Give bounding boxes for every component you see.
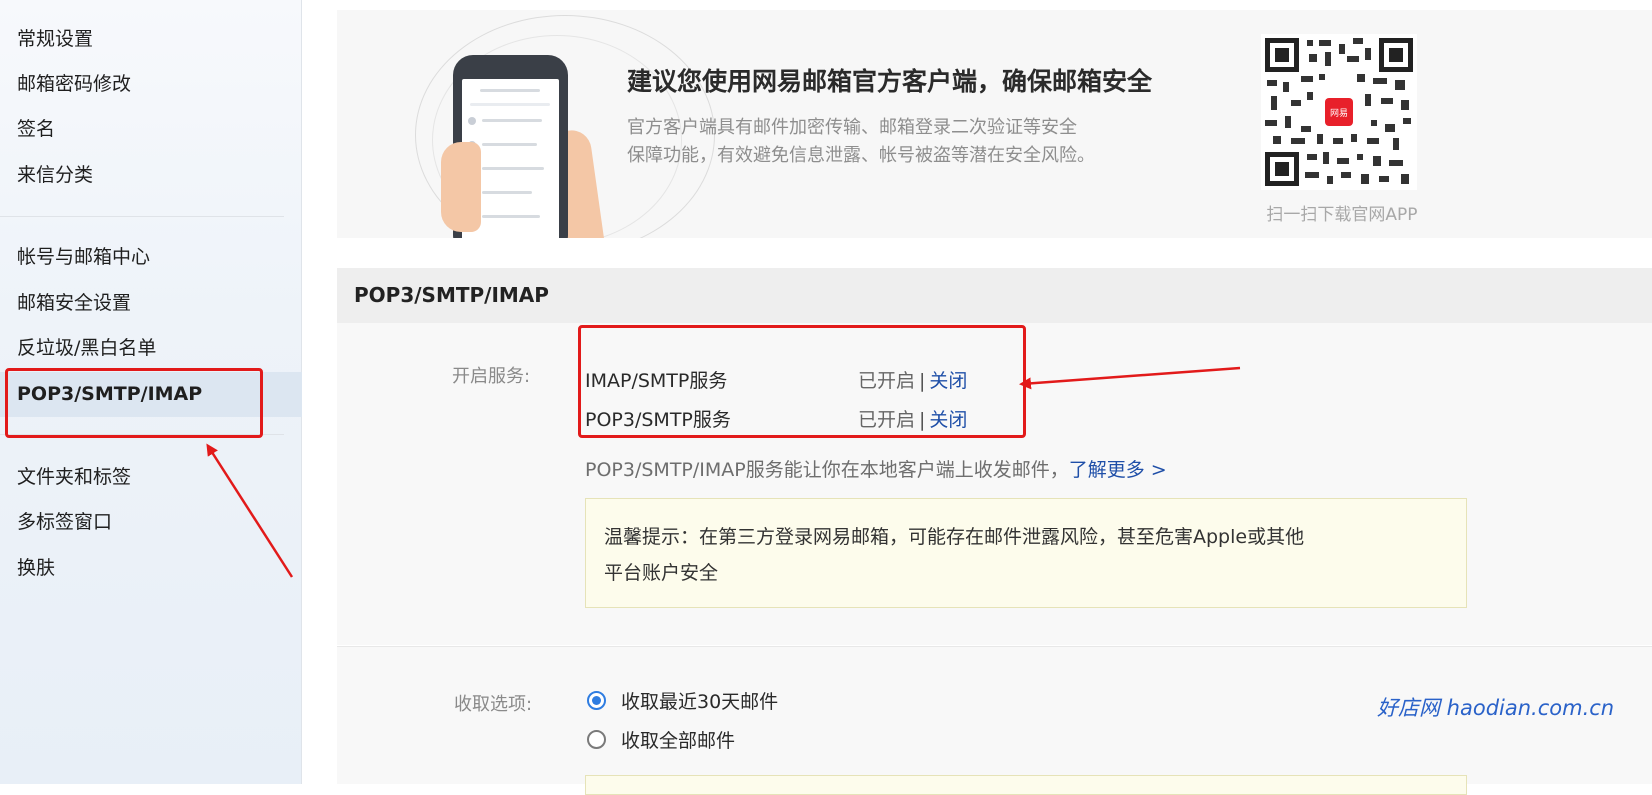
- service-description: POP3/SMTP/IMAP服务能让你在本地客户端上收发邮件，了解更多 >: [585, 455, 1167, 482]
- banner-title: 建议您使用网易邮箱官方客户端，确保邮箱安全: [627, 67, 1153, 96]
- fetch-option-label: 收取全部邮件: [621, 729, 736, 752]
- settings-main: 建议您使用网易邮箱官方客户端，确保邮箱安全 官方客户端具有邮件加密传输、邮箱登录…: [337, 0, 1652, 795]
- banner-description: 官方客户端具有邮件加密传输、邮箱登录二次验证等安全 保障功能，有效避免信息泄露、…: [627, 114, 1147, 170]
- sidebar-item-password[interactable]: 邮箱密码修改: [0, 62, 302, 107]
- imap-smtp-service-name: IMAP/SMTP服务: [585, 370, 728, 392]
- service-description-text: POP3/SMTP/IMAP服务能让你在本地客户端上收发邮件，: [585, 459, 1069, 481]
- sidebar-item-folders-tags[interactable]: 文件夹和标签: [0, 455, 302, 500]
- radio-checked-icon[interactable]: [587, 690, 606, 710]
- watermark-text: 好店网 haodian.com.cn: [1377, 696, 1615, 720]
- sidebar-item-account-center[interactable]: 帐号与邮箱中心: [0, 235, 302, 280]
- status-text: 已开启: [858, 370, 916, 392]
- sidebar-item-spam-list[interactable]: 反垃圾/黑白名单: [0, 326, 302, 371]
- sidebar-item-general[interactable]: 常规设置: [0, 17, 302, 62]
- radio-unchecked-icon[interactable]: [587, 729, 606, 749]
- sidebar-divider: [0, 434, 284, 435]
- pop3-smtp-close-link[interactable]: 关闭: [929, 409, 967, 431]
- fetch-option-all-mail[interactable]: 收取全部邮件: [587, 725, 735, 753]
- imap-smtp-service-status: 已开启 | 关闭: [858, 366, 967, 393]
- service-field-label: 开启服务:: [452, 366, 531, 387]
- banner-desc-line: 官方客户端具有邮件加密传输、邮箱登录二次验证等安全: [627, 117, 1077, 138]
- fetch-field-label: 收取选项:: [454, 694, 533, 715]
- sidebar-divider: [0, 216, 284, 217]
- sidebar-item-skin[interactable]: 换肤: [0, 546, 302, 591]
- qr-caption: 扫一扫下载官网APP: [1266, 205, 1418, 225]
- tip-line: 平台账户安全: [604, 562, 719, 584]
- sidebar-item-mail-rules[interactable]: 来信分类: [0, 153, 302, 198]
- hand-illustration: [441, 142, 481, 232]
- status-text: 已开启: [858, 409, 916, 431]
- fetch-tip-box: [585, 775, 1467, 795]
- banner-desc-line: 保障功能，有效避免信息泄露、帐号被盗等潜在安全风险。: [627, 145, 1095, 166]
- sidebar-item-security[interactable]: 邮箱安全设置: [0, 281, 302, 326]
- section-title: POP3/SMTP/IMAP: [337, 268, 1652, 323]
- fetch-option-label: 收取最近30天邮件: [621, 690, 779, 713]
- qr-badge-text: 网易: [1330, 108, 1348, 119]
- settings-sidebar: 常规设置 邮箱密码修改 签名 来信分类 帐号与邮箱中心 邮箱安全设置 反垃圾/黑…: [0, 0, 302, 784]
- status-separator: |: [919, 370, 926, 392]
- status-separator: |: [919, 409, 926, 431]
- imap-smtp-close-link[interactable]: 关闭: [929, 370, 967, 392]
- qr-code-icon: 网易: [1261, 34, 1417, 190]
- client-promo-banner: 建议您使用网易邮箱官方客户端，确保邮箱安全 官方客户端具有邮件加密传输、邮箱登录…: [337, 10, 1652, 238]
- fetch-option-recent-30-days[interactable]: 收取最近30天邮件: [587, 686, 778, 714]
- sidebar-item-signature[interactable]: 签名: [0, 107, 302, 152]
- pop3-smtp-service-status: 已开启 | 关闭: [858, 405, 967, 432]
- sidebar-item-multi-tab[interactable]: 多标签窗口: [0, 500, 302, 545]
- security-tip-box: 温馨提示：在第三方登录网易邮箱，可能存在邮件泄露风险，甚至危害Apple或其他 …: [585, 498, 1467, 608]
- tip-line: 温馨提示：在第三方登录网易邮箱，可能存在邮件泄露风险，甚至危害Apple或其他: [604, 526, 1305, 548]
- learn-more-link[interactable]: 了解更多 >: [1069, 459, 1167, 481]
- pop3-smtp-service-name: POP3/SMTP服务: [585, 409, 731, 431]
- sidebar-item-pop3-smtp-imap[interactable]: POP3/SMTP/IMAP: [0, 372, 302, 417]
